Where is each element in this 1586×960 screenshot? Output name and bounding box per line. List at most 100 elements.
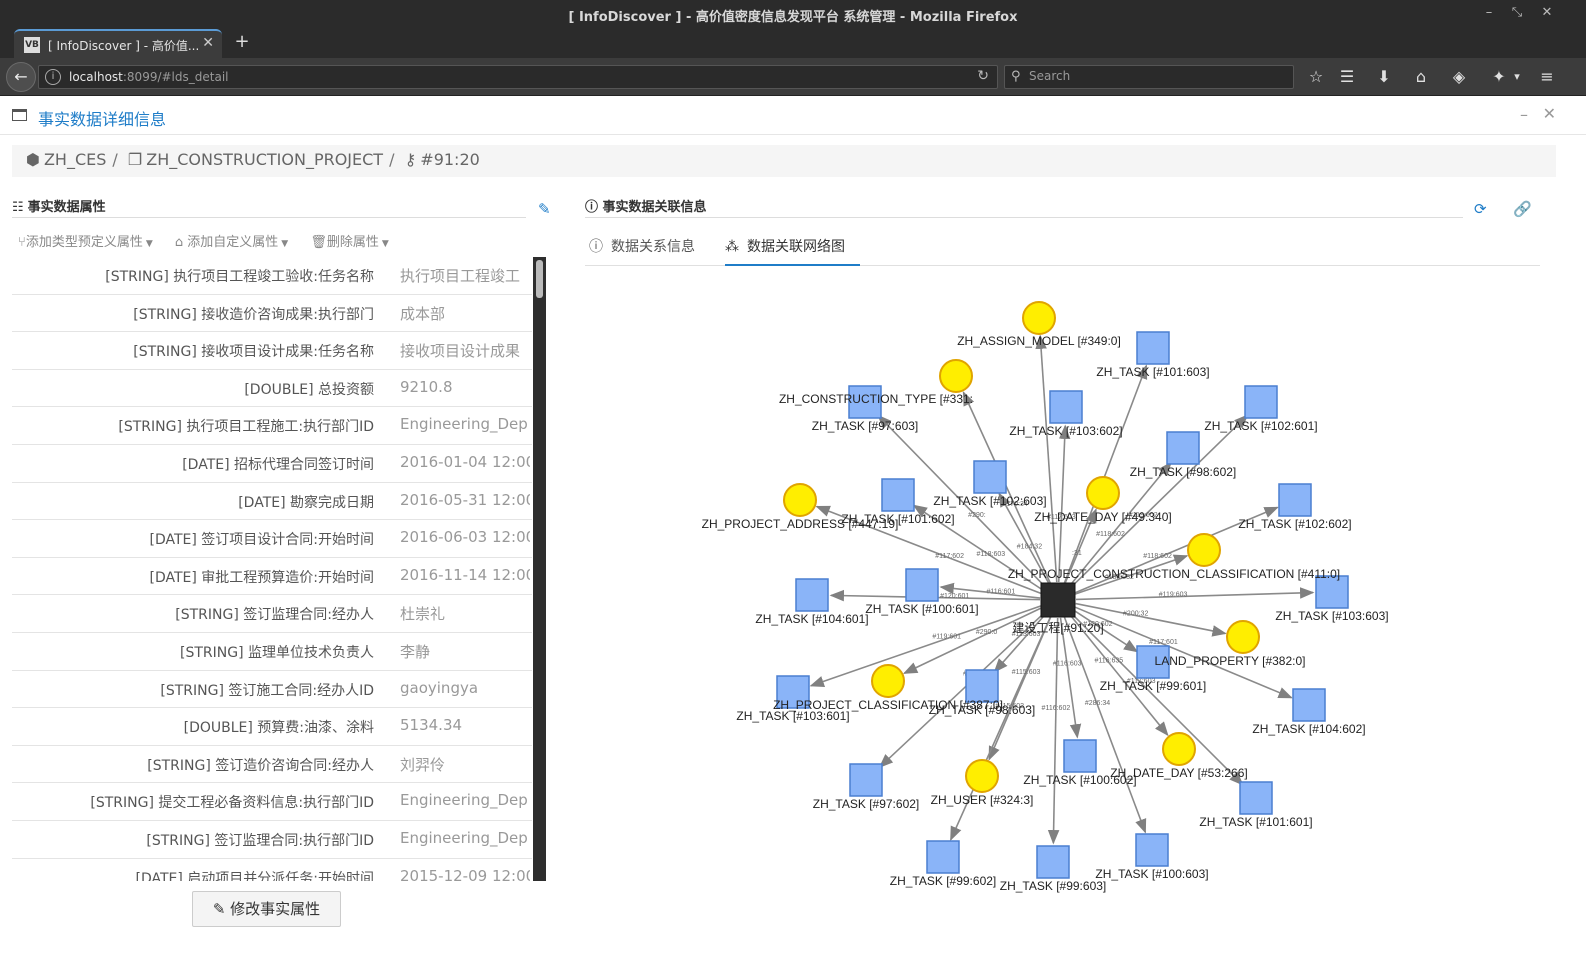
properties-scrollbar[interactable]	[533, 257, 546, 881]
site-info-icon[interactable]: i	[45, 69, 61, 85]
reading-list-icon[interactable]: ☰	[1336, 66, 1358, 88]
graph-node-task[interactable]	[1166, 431, 1200, 465]
property-row[interactable]: [DATE] 签订项目设计合同:开始时间 2016-06-03 12:00:	[12, 520, 532, 558]
property-row[interactable]: [STRING] 执行项目工程竣工验收:任务名称 执行项目工程竣工	[12, 257, 532, 295]
window-close-button[interactable]: ✕	[1538, 4, 1556, 22]
graph-node-task[interactable]	[1063, 739, 1097, 773]
cube-icon: ⬢	[26, 150, 40, 169]
graph-node-label: ZH_TASK [#103:602]	[1009, 424, 1122, 438]
graph-node-task[interactable]	[1135, 833, 1169, 867]
graph-node-task[interactable]	[1036, 845, 1070, 879]
property-row[interactable]: [DATE] 勘察完成日期 2016-05-31 12:00:	[12, 483, 532, 521]
page-title: 事实数据详细信息	[38, 110, 167, 129]
breadcrumb-item-space[interactable]: ZH_CES	[44, 150, 106, 169]
search-input[interactable]	[1029, 69, 1279, 83]
tab-close-icon[interactable]: ✕	[202, 35, 214, 51]
panel-close-icon[interactable]: ✕	[1543, 104, 1556, 123]
graph-node-task[interactable]	[881, 478, 915, 512]
download-icon[interactable]: ⬇	[1373, 66, 1395, 88]
graph-node-task[interactable]	[795, 578, 829, 612]
browser-tab[interactable]: VB [ InfoDiscover ] - 高价值... ✕	[14, 29, 222, 58]
scrollbar-thumb[interactable]	[536, 260, 543, 298]
graph-node-task[interactable]	[1049, 390, 1083, 424]
property-value: 9210.8	[400, 377, 453, 396]
edit-icon[interactable]: ✎	[538, 200, 551, 218]
graph-node-label: ZH_DATE_DAY [#53:266]	[1110, 766, 1247, 780]
graph-node-entity[interactable]	[783, 483, 817, 517]
search-bar[interactable]: ⚲	[1004, 65, 1294, 89]
property-row[interactable]: [STRING] 签订监理合同:经办人 杜崇礼	[12, 595, 532, 633]
graph-edge-label: #118:602	[1096, 531, 1125, 538]
edit-fact-properties-button[interactable]: ✎ 修改事实属性	[192, 891, 341, 927]
url-text[interactable]: localhost:8099/#lds_detail	[69, 70, 228, 84]
network-graph[interactable]: #170:34#117:603#290: #119:602#118:602#184…	[585, 270, 1540, 910]
graph-node-center[interactable]	[1040, 582, 1076, 618]
graph-edge-label: #120:601	[940, 593, 969, 600]
tab-title: [ InfoDiscover ] - 高价值...	[48, 39, 198, 53]
property-row[interactable]: [STRING] 提交工程必备资料信息:执行部门ID Engineering_De…	[12, 783, 532, 821]
panel-minimize-icon[interactable]: –	[1520, 105, 1528, 124]
search-icon: ⚲	[1011, 69, 1021, 84]
tab-network-graph[interactable]: ⁂ 数据关联网络图	[725, 230, 860, 266]
chevron-down-icon[interactable]: ▾	[1506, 66, 1528, 88]
property-name: [STRING] 执行项目工程施工:执行部门ID	[118, 419, 374, 436]
add-predefined-property-button[interactable]: ⑂添加类型预定义属性 ▼	[18, 231, 153, 250]
link-icon[interactable]: 🔗	[1513, 200, 1532, 218]
graph-node-task[interactable]	[1239, 781, 1273, 815]
graph-node-task[interactable]	[1292, 688, 1326, 722]
graph-node-task[interactable]	[926, 840, 960, 874]
property-value: 2016-01-04 12:00:	[400, 452, 530, 471]
property-value: gaoyingya	[400, 678, 479, 697]
reload-icon[interactable]: ↻	[977, 68, 989, 84]
graph-edge-label: #119:601	[932, 634, 961, 641]
breadcrumb-item-type[interactable]: ZH_CONSTRUCTION_PROJECT	[146, 150, 383, 169]
graph-node-task[interactable]	[1136, 331, 1170, 365]
property-row[interactable]: [DATE] 招标代理合同签订时间 2016-01-04 12:00:	[12, 445, 532, 483]
back-arrow-icon[interactable]: ←	[6, 62, 36, 92]
graph-node-task[interactable]	[1278, 483, 1312, 517]
graph-node-entity[interactable]	[1022, 301, 1056, 335]
graph-node-entity[interactable]	[939, 359, 973, 393]
graph-node-entity[interactable]	[1226, 620, 1260, 654]
menu-hamburger-icon[interactable]: ≡	[1536, 66, 1558, 88]
property-row[interactable]: [STRING] 签订施工合同:经办人ID gaoyingya	[12, 671, 532, 709]
graph-node-entity[interactable]	[1162, 732, 1196, 766]
graph-node-entity[interactable]	[1086, 476, 1120, 510]
property-row[interactable]: [STRING] 签订监理合同:执行部门ID Engineering_Dep	[12, 821, 532, 859]
graph-edge-label: #116:602	[1042, 705, 1071, 712]
home-icon[interactable]: ⌂	[1410, 66, 1432, 88]
property-name: [STRING] 提交工程必备资料信息:执行部门ID	[90, 795, 374, 812]
graph-node-entity[interactable]	[871, 664, 905, 698]
property-row[interactable]: [DOUBLE] 总投资额 9210.8	[12, 370, 532, 408]
pocket-icon[interactable]: ◈	[1448, 66, 1470, 88]
property-row[interactable]: [STRING] 监理单位技术负责人 李静	[12, 633, 532, 671]
bookmark-star-icon[interactable]: ☆	[1305, 66, 1327, 88]
graph-node-label: ZH_CONSTRUCTION_TYPE [#331:	[779, 392, 973, 406]
tab-relation-info[interactable]: ⓘ 数据关系信息	[589, 230, 715, 266]
property-row[interactable]: [DATE] 审批工程预算造价:开始时间 2016-11-14 12:00:	[12, 558, 532, 596]
new-tab-icon[interactable]: +	[232, 32, 252, 52]
graph-node-entity[interactable]	[965, 759, 999, 793]
properties-list[interactable]: [STRING] 执行项目工程竣工验收:任务名称 执行项目工程竣工 [STRING]…	[12, 257, 532, 881]
window-restore-button[interactable]: ⤡	[1508, 4, 1526, 22]
property-row[interactable]: [STRING] 接收造价咨询成果:执行部门 成本部	[12, 295, 532, 333]
graph-node-task[interactable]	[905, 568, 939, 602]
delete-property-button[interactable]: 🗑删除属性 ▼	[310, 231, 388, 250]
property-row[interactable]: [STRING] 执行项目工程施工:执行部门ID Engineering_Dep	[12, 407, 532, 445]
graph-node-label: ZH_TASK [#101:602]	[841, 512, 954, 526]
window-minimize-button[interactable]: –	[1480, 4, 1498, 22]
graph-node-task[interactable]	[849, 763, 883, 797]
graph-node-task[interactable]	[973, 460, 1007, 494]
property-row[interactable]: [STRING] 接收项目设计成果:任务名称 接收项目设计成果	[12, 332, 532, 370]
property-row[interactable]: [DOUBLE] 预算费:油漆、涂料 5134.34	[12, 708, 532, 746]
property-value: 杜崇礼	[400, 605, 446, 624]
property-row[interactable]: [DATE] 启动项目并分派任务:开始时间 2015-12-09 12:00:	[12, 859, 532, 882]
graph-node-task[interactable]	[1244, 385, 1278, 419]
graph-node-label: LAND_PROPERTY [#382:0]	[1155, 654, 1306, 668]
property-row[interactable]: [STRING] 签订造价咨询合同:经办人 刘羿伶	[12, 746, 532, 784]
add-custom-property-button[interactable]: ⌂ 添加自定义属性 ▼	[175, 231, 288, 250]
refresh-icon[interactable]: ⟳	[1474, 200, 1487, 218]
graph-edge-label: #117:601	[1149, 639, 1178, 646]
graph-node-entity[interactable]	[1187, 533, 1221, 567]
url-bar[interactable]: i localhost:8099/#lds_detail ↻	[38, 65, 998, 89]
